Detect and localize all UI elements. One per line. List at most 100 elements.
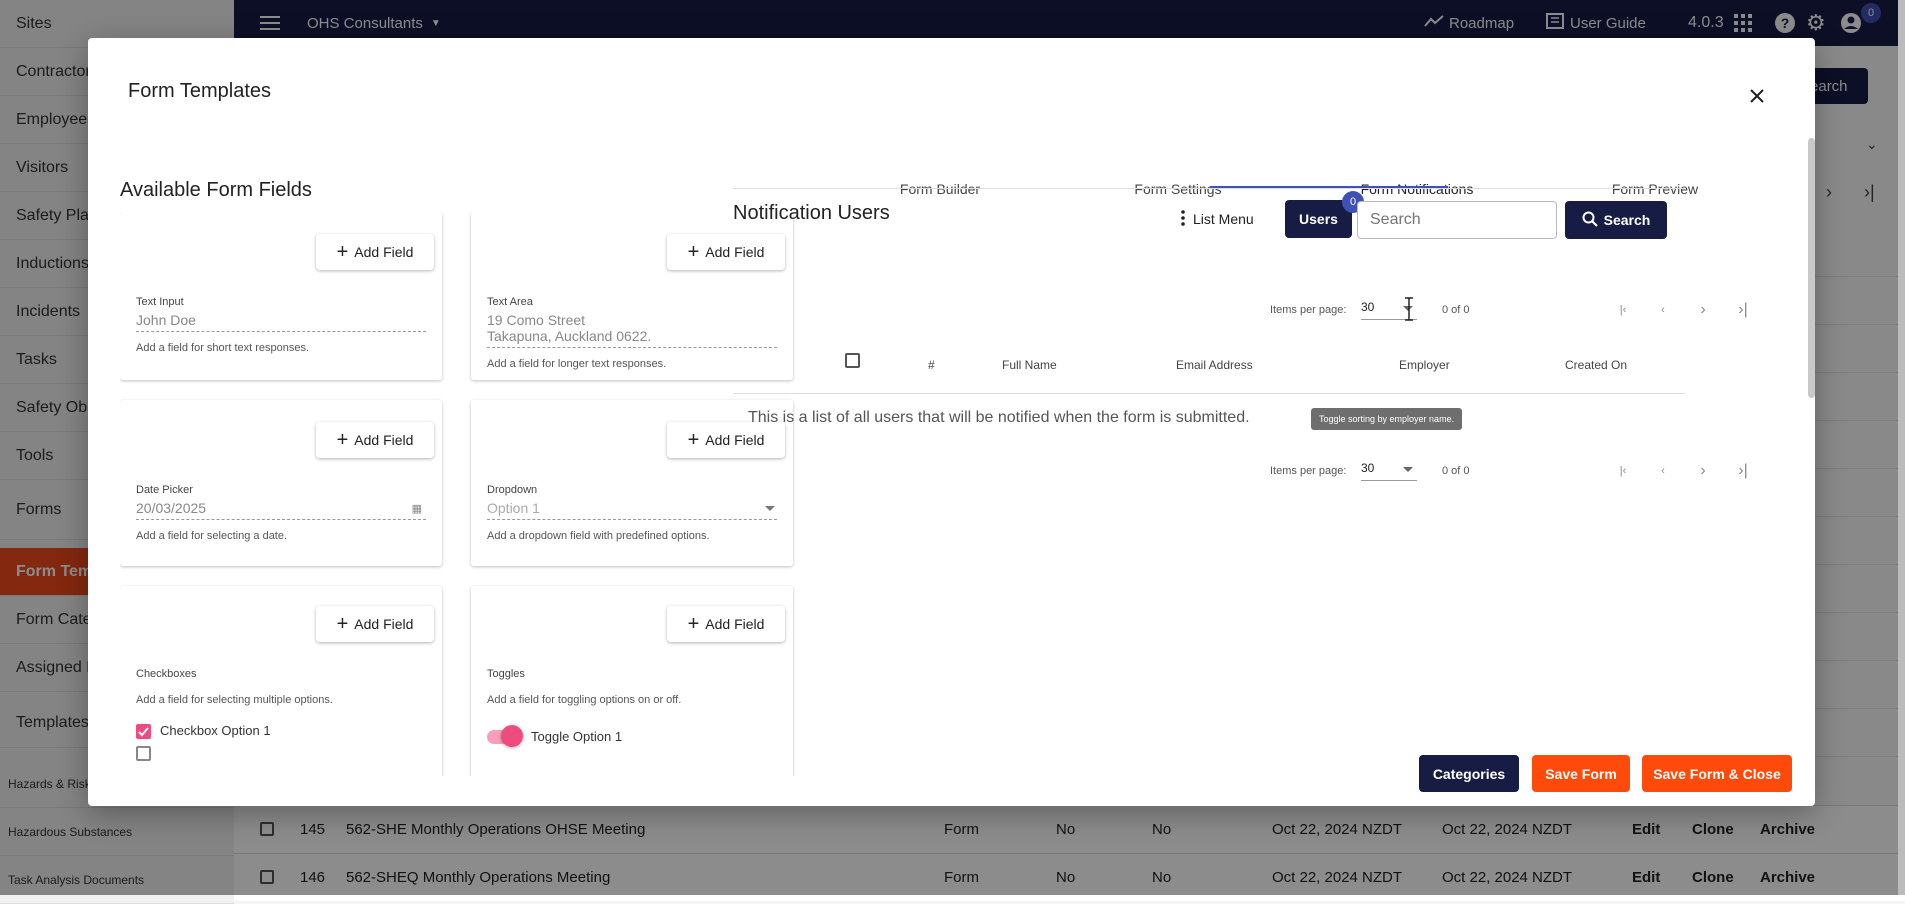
column-header-created-on[interactable]: Created On	[1565, 358, 1627, 372]
dialog-scrollbar[interactable]	[1808, 138, 1815, 398]
available-fields-title: Available Form Fields	[120, 179, 312, 201]
next-page-icon: ›	[1700, 301, 1706, 318]
field-label: Text Input	[136, 296, 184, 308]
add-field-label: Add Field	[705, 432, 765, 448]
last-page-button[interactable]: ›|	[1730, 297, 1756, 323]
text-area-line-2: Takapuna, Auckland 0622.	[487, 328, 652, 344]
field-label: Checkboxes	[136, 668, 197, 680]
field-description: Add a field for short text responses.	[136, 342, 310, 354]
field-card-text-input: + Add Field Text Input John Doe Add a fie…	[120, 212, 442, 380]
field-card-checkboxes: + Add Field Checkboxes Add a field for se…	[120, 586, 442, 776]
page-scrollbar[interactable]	[1898, 0, 1905, 895]
text-area-preview: 19 Como Street Takapuna, Auckland 0622.	[487, 312, 777, 348]
add-field-label: Add Field	[354, 244, 414, 260]
checkbox-unchecked-icon	[136, 746, 151, 761]
last-page-button[interactable]: ›|	[1730, 458, 1756, 484]
items-per-page-value: 30	[1361, 300, 1375, 314]
column-header-number[interactable]: #	[928, 358, 935, 372]
text-area-line-1: 19 Como Street	[487, 312, 586, 328]
add-field-label: Add Field	[705, 616, 765, 632]
field-description: Add a field for selecting multiple optio…	[136, 694, 333, 706]
search-icon	[1582, 211, 1598, 230]
first-page-button[interactable]: |‹	[1610, 458, 1636, 484]
add-field-label: Add Field	[705, 244, 765, 260]
date-value: 20/03/2025	[136, 500, 207, 516]
text-input-preview: John Doe	[136, 312, 426, 332]
caret-down-icon	[1403, 467, 1413, 472]
select-all-checkbox[interactable]	[845, 353, 860, 368]
field-description: Add a dropdown field with predefined opt…	[487, 530, 710, 542]
field-card-text-area: + Add Field Text Area 19 Como Street Taka…	[471, 212, 793, 380]
search-input[interactable]	[1357, 201, 1557, 239]
items-per-page-label: Items per page:	[1270, 465, 1347, 477]
add-field-button[interactable]: + Add Field	[667, 234, 785, 270]
next-page-button[interactable]: ›	[1690, 458, 1716, 484]
page-range: 0 of 0	[1442, 465, 1470, 477]
tabs-divider	[733, 188, 1685, 189]
categories-button[interactable]: Categories	[1419, 755, 1519, 792]
items-per-page-select[interactable]: 30	[1361, 461, 1417, 481]
last-page-icon: ›|	[1738, 301, 1748, 318]
save-form-button[interactable]: Save Form	[1532, 755, 1630, 792]
list-menu-button[interactable]: List Menu	[1181, 201, 1254, 237]
add-field-label: Add Field	[354, 616, 414, 632]
prev-page-button[interactable]: ‹	[1650, 297, 1676, 323]
plus-icon: +	[687, 613, 700, 635]
table-header-divider	[733, 393, 1685, 394]
paginator-bottom: Items per page: 30 0 of 0 |‹ ‹	[1270, 456, 1690, 486]
list-menu-label: List Menu	[1193, 211, 1254, 227]
field-description: Add a field for toggling options on or o…	[487, 694, 682, 706]
field-description: Add a field for selecting a date.	[136, 530, 288, 542]
column-header-employer[interactable]: Employer	[1399, 358, 1450, 372]
add-field-button[interactable]: + Add Field	[316, 606, 434, 642]
field-label: Text Area	[487, 296, 533, 308]
dropdown-preview: Option 1	[487, 500, 777, 520]
add-field-label: Add Field	[354, 432, 414, 448]
tab-form-settings[interactable]: Form Settings	[1059, 170, 1297, 208]
plus-icon: +	[687, 429, 700, 451]
empty-list-message: This is a list of all users that will be…	[748, 409, 1250, 426]
column-header-full-name[interactable]: Full Name	[1002, 358, 1057, 372]
field-description: Add a field for longer text responses.	[487, 358, 667, 370]
plus-icon: +	[336, 241, 349, 263]
dropdown-value: Option 1	[487, 500, 540, 516]
checkbox-option-label: Checkbox Option 1	[160, 723, 271, 738]
items-per-page-value: 30	[1361, 461, 1375, 475]
active-tab-indicator	[1210, 186, 1448, 188]
dialog-title: Form Templates	[128, 80, 272, 102]
field-card-date-picker: + Add Field Date Picker 20/03/2025 ▦ Add …	[120, 400, 442, 566]
close-icon	[1749, 88, 1765, 109]
close-button[interactable]	[1743, 84, 1771, 112]
next-page-icon: ›	[1700, 462, 1706, 479]
last-page-icon: ›|	[1738, 462, 1748, 479]
add-field-button[interactable]: + Add Field	[316, 422, 434, 458]
add-field-button[interactable]: + Add Field	[667, 422, 785, 458]
paginator-top: Items per page: 30 0 of 0 |‹ ‹	[1270, 295, 1690, 325]
prev-page-button[interactable]: ‹	[1650, 458, 1676, 484]
next-page-button[interactable]: ›	[1690, 297, 1716, 323]
dropdown-caret-icon	[765, 506, 775, 511]
sort-tooltip: Toggle sorting by employer name.	[1311, 408, 1463, 430]
text-cursor-icon	[1404, 296, 1414, 322]
calendar-icon: ▦	[411, 503, 422, 515]
plus-icon: +	[336, 613, 349, 635]
notification-users-title: Notification Users	[733, 202, 890, 224]
first-page-icon: |‹	[1619, 304, 1627, 316]
add-field-button[interactable]: + Add Field	[316, 234, 434, 270]
available-fields-list: + Add Field Text Input John Doe Add a fie…	[120, 212, 800, 776]
search-button[interactable]: Search	[1565, 201, 1667, 239]
first-page-button[interactable]: |‹	[1610, 297, 1636, 323]
page-range: 0 of 0	[1442, 304, 1470, 316]
search-button-label: Search	[1603, 212, 1651, 228]
save-form-close-button[interactable]: Save Form & Close	[1642, 755, 1792, 792]
items-per-page-label: Items per page:	[1270, 304, 1347, 316]
prev-page-icon: ‹	[1661, 465, 1665, 477]
prev-page-icon: ‹	[1661, 304, 1665, 316]
column-header-email[interactable]: Email Address	[1176, 358, 1253, 372]
checkbox-checked-icon	[136, 724, 151, 739]
first-page-icon: |‹	[1619, 465, 1627, 477]
plus-icon: +	[687, 241, 700, 263]
more-vertical-icon	[1181, 209, 1185, 229]
toggle-knob	[501, 725, 523, 747]
add-field-button[interactable]: + Add Field	[667, 606, 785, 642]
